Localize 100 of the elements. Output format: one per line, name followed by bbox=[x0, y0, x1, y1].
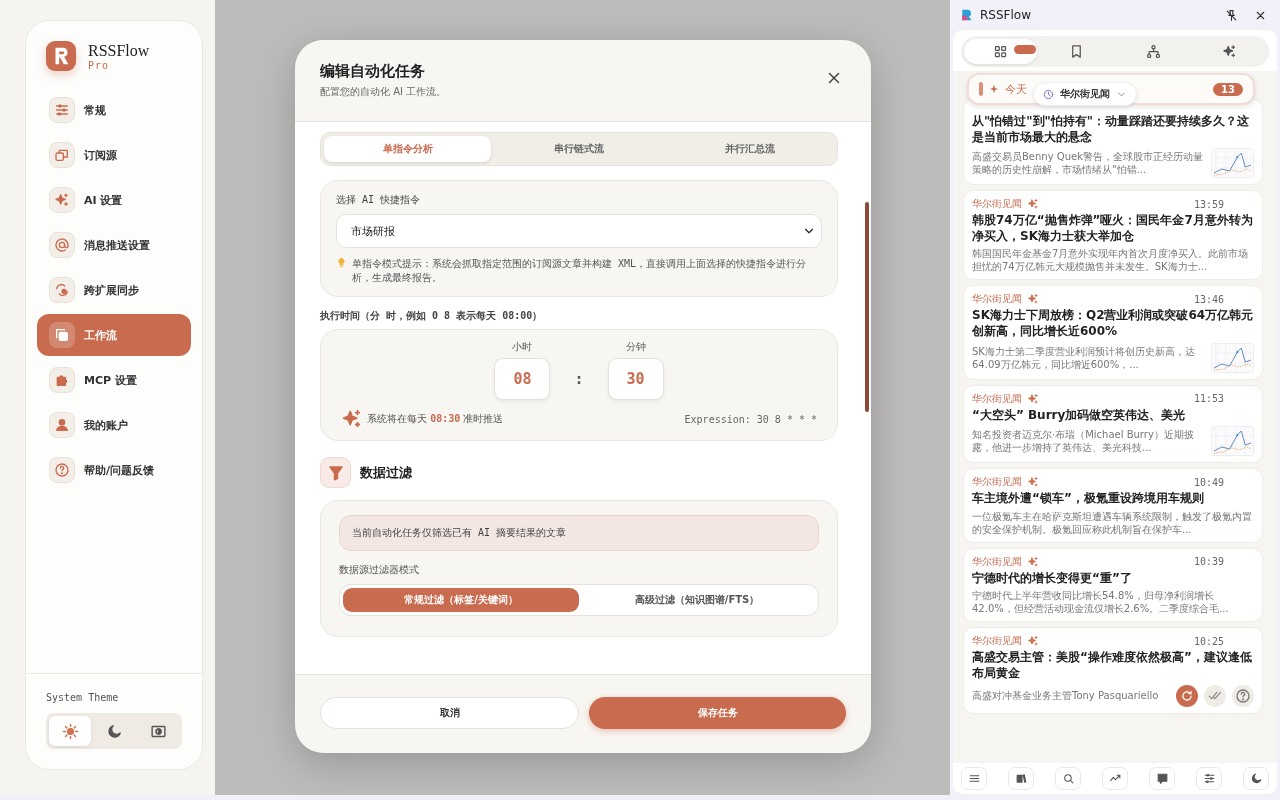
article-card[interactable]: 华尔街见闻 10:39 宁德时代的增长变得更“重”了 宁德时代上半年营收同比增长54.8%，归母净利润增长42.0%，但经营活动现金流仅增长2.6%。二季度综合毛... bbox=[963, 547, 1263, 623]
nav-item[interactable]: 消息推送设置 bbox=[37, 224, 191, 266]
bulb-icon bbox=[336, 257, 347, 268]
sparkle-icon bbox=[1027, 198, 1039, 211]
stack-icon bbox=[54, 147, 70, 163]
puzzle-icon bbox=[54, 372, 70, 388]
cancel-button[interactable]: 取消 bbox=[320, 697, 579, 729]
source-label: 华尔街见闻 bbox=[972, 634, 1022, 649]
article-card[interactable]: 华尔街见闻 13:59 韩股74万亿“抛售炸弹”哑火：国民年金7月意外转为净买入，SK海力士获大举加仓 韩国国民年金基金7月意外实现年内首次月度净买入。此前市场担忧的74万亿韩元大规模抛售并未发生。SK海力士... bbox=[963, 190, 1263, 281]
article-summary: 高盛对冲基金业务主管Tony Pasquariello bbox=[972, 689, 1160, 703]
menu-button[interactable] bbox=[961, 767, 987, 790]
app-name: RSSFlow bbox=[88, 41, 150, 60]
moon-button[interactable] bbox=[1243, 767, 1269, 790]
source-picker[interactable]: 华尔街见闻 bbox=[1033, 82, 1137, 106]
funnel-icon bbox=[326, 463, 345, 482]
notice-banner: 当前自动化任务仅筛选已有 AI 摘要结果的文章 bbox=[339, 515, 819, 551]
article-card[interactable]: 华尔街见闻 10:49 车主境外遭“锁车”，极氪重设跨境用车规则 一位极氪车主在哈萨克斯坦遭遇车辆系统限制，触发了极氪内置的安全保护机制。极氪回应称此机制旨在保护车... bbox=[963, 468, 1263, 543]
nav-item[interactable]: 常规 bbox=[37, 89, 191, 131]
source-label: 华尔街见闻 bbox=[972, 391, 1022, 406]
mark-read-button[interactable] bbox=[1204, 684, 1226, 707]
sparkle-icon bbox=[1027, 635, 1039, 648]
moon-icon bbox=[105, 722, 123, 740]
nav-item[interactable]: 跨扩展同步 bbox=[37, 269, 191, 311]
refresh-button[interactable] bbox=[1176, 684, 1198, 707]
hierarchy-icon bbox=[1145, 44, 1161, 59]
at-sign-icon bbox=[54, 237, 70, 253]
section-title: 数据过滤 bbox=[360, 463, 412, 482]
mode-tab[interactable]: 并行汇总流 bbox=[666, 136, 834, 162]
save-button[interactable]: 保存任务 bbox=[589, 697, 846, 729]
copy-icon bbox=[54, 327, 70, 343]
nav-item[interactable]: 帮助/问题反馈 bbox=[37, 449, 191, 491]
mode-tab[interactable]: 串行链式流 bbox=[495, 136, 663, 162]
help-button[interactable] bbox=[1232, 684, 1254, 707]
article-summary: SK海力士第二季度营业利润预计将创历史新高，达64.09万亿韩元，同比增近600%，... bbox=[972, 344, 1196, 371]
nav-item[interactable]: MCP 设置 bbox=[37, 359, 191, 401]
moon-icon bbox=[1249, 772, 1263, 785]
sparkle-icon bbox=[1222, 44, 1238, 59]
article-summary: 高盛交易员Benny Quek警告，全球股市正经历动量策略的历史性崩解，市场情绪从"怕错... bbox=[972, 150, 1203, 177]
theme-label: System Theme bbox=[46, 692, 120, 703]
count-badge bbox=[1014, 45, 1036, 54]
search-icon bbox=[1061, 772, 1075, 785]
mode-tab[interactable]: 单指令分析 bbox=[324, 136, 492, 162]
time-label: 13:59 bbox=[1193, 198, 1224, 210]
article-card[interactable]: 华尔街见闻 13:46 SK海力士下周放榜：Q2营业利润或突破64万亿韩元创新高，同比增长近600% SK海力士第二季度营业利润预计将创历史新高，达64.09万亿韩元，同比增近600%，... bbox=[963, 285, 1263, 380]
article-title: 从"怕错过"到"怕持有"：动量踩踏还要持续多久？这是当前市场最大的悬念 bbox=[972, 114, 1250, 146]
count-badge: 13 bbox=[1213, 82, 1243, 96]
hint-text: 单指令模式提示：系统会抓取指定范围的订阅源文章并构建 XML，直接调用上面选择的快捷指令进行分析，生成最终报告。 bbox=[352, 257, 808, 284]
book-icon bbox=[1014, 772, 1028, 785]
article-summary: 一位极氪车主在哈萨克斯坦遭遇车辆系统限制，触发了极氪内置的安全保护机制。极氪回应称此机制旨在保护车... bbox=[972, 509, 1253, 536]
trend-button[interactable] bbox=[1102, 767, 1128, 790]
help-icon bbox=[1235, 687, 1251, 704]
user-icon bbox=[54, 417, 70, 433]
edition-label: Pro bbox=[88, 59, 111, 71]
minute-label: 分钟 bbox=[625, 340, 646, 354]
cron-expression: Expression: 30 8 * * * bbox=[684, 413, 817, 425]
nav-item[interactable]: 订阅源 bbox=[37, 134, 191, 176]
source-label: 华尔街见闻 bbox=[972, 197, 1022, 212]
command-select[interactable]: 市场研报 bbox=[336, 214, 822, 248]
article-card[interactable]: 从"怕错过"到"怕持有"：动量踩踏还要持续多久？这是当前市场最大的悬念 高盛交易员Benny Quek警告，全球股市正经历动量策略的历史性崩解，市场情绪从"怕错... bbox=[963, 99, 1263, 186]
article-title: 高盛交易主管：美股“操作难度依然极高”，建议逢低布局黄金 bbox=[972, 650, 1253, 682]
nav-item[interactable]: AI 设置 bbox=[37, 179, 191, 221]
dialog-subtitle: 配置您的自动化 AI 工作流。 bbox=[320, 85, 447, 99]
article-summary: 宁德时代上半年营收同比增长54.8%，归母净利润增长42.0%，但经营活动现金流仅增长2.6%。二季度综合毛... bbox=[972, 589, 1230, 616]
time-label: 10:49 bbox=[1193, 476, 1224, 488]
search-button[interactable] bbox=[1055, 767, 1081, 790]
time-label: 11:53 bbox=[1193, 393, 1224, 405]
menu-icon bbox=[967, 772, 981, 785]
article-title: 车主境外遭“锁车”，极氪重设跨境用车规则 bbox=[972, 491, 1205, 507]
schedule-summary: 系统将在每天 08:30 准时推送 bbox=[367, 412, 504, 426]
grid-tab[interactable] bbox=[964, 39, 1037, 64]
pin-icon bbox=[1225, 8, 1238, 22]
hour-field[interactable]: 08 bbox=[494, 358, 551, 400]
field-label: 选择 AI 快捷指令 bbox=[336, 193, 422, 207]
nav-item[interactable]: 工作流 bbox=[37, 314, 191, 356]
filter-mode-tab[interactable]: 高级过滤（知识图谱/FTS） bbox=[579, 588, 815, 612]
sparkle-icon bbox=[1027, 293, 1039, 306]
article-card[interactable]: 华尔街见闻 10:25 高盛交易主管：美股“操作难度依然极高”，建议逢低布局黄金 高盛对冲基金业务主管Tony Pasquariello bbox=[963, 627, 1263, 714]
book-button[interactable] bbox=[1008, 767, 1034, 790]
window-title: RSSFlow bbox=[980, 8, 1031, 22]
sparkle-icon bbox=[54, 192, 70, 208]
clock-icon bbox=[1043, 88, 1054, 100]
dialog-title: 编辑自动化任务 bbox=[320, 62, 426, 81]
sparkle-icon bbox=[1027, 392, 1039, 405]
field-label: 执行时间（分 时，例如 0 8 表示每天 08:00） bbox=[320, 309, 544, 323]
article-title: 韩股74万亿“抛售炸弹”哑火：国民年金7月意外转为净买入，SK海力士获大举加仓 bbox=[972, 213, 1254, 245]
nav-item[interactable]: 我的账户 bbox=[37, 404, 191, 446]
article-card[interactable]: 华尔街见闻 11:53 “大空头” Burry加码做空英伟达、美光 知名投资者迈克尔·布瑞（Michael Burry）近期披露，他进一步增持了英伟达、美光科技... bbox=[963, 384, 1263, 464]
filter-mode-tab[interactable]: 常规过滤（标签/关键词） bbox=[343, 588, 579, 612]
sliders-button[interactable] bbox=[1196, 767, 1222, 790]
sparkle-icon bbox=[341, 408, 363, 430]
minute-field[interactable]: 30 bbox=[607, 358, 664, 400]
article-summary: 韩国国民年金基金7月意外实现年内首次月度净买入。此前市场担忧的74万亿韩元大规模抛售并未发生。SK海力士... bbox=[972, 247, 1250, 274]
time-label: 13:46 bbox=[1193, 293, 1224, 305]
comment-button[interactable] bbox=[1149, 767, 1175, 790]
source-label: 华尔街见闻 bbox=[972, 554, 1022, 569]
logo-icon bbox=[46, 41, 76, 71]
light-theme-button[interactable] bbox=[49, 716, 91, 746]
sun-icon bbox=[61, 722, 79, 740]
time-separator: : bbox=[573, 370, 585, 390]
article-summary: 知名投资者迈克尔·布瑞（Michael Burry）近期披露，他进一步增持了英伟达、美光科技... bbox=[972, 428, 1195, 455]
